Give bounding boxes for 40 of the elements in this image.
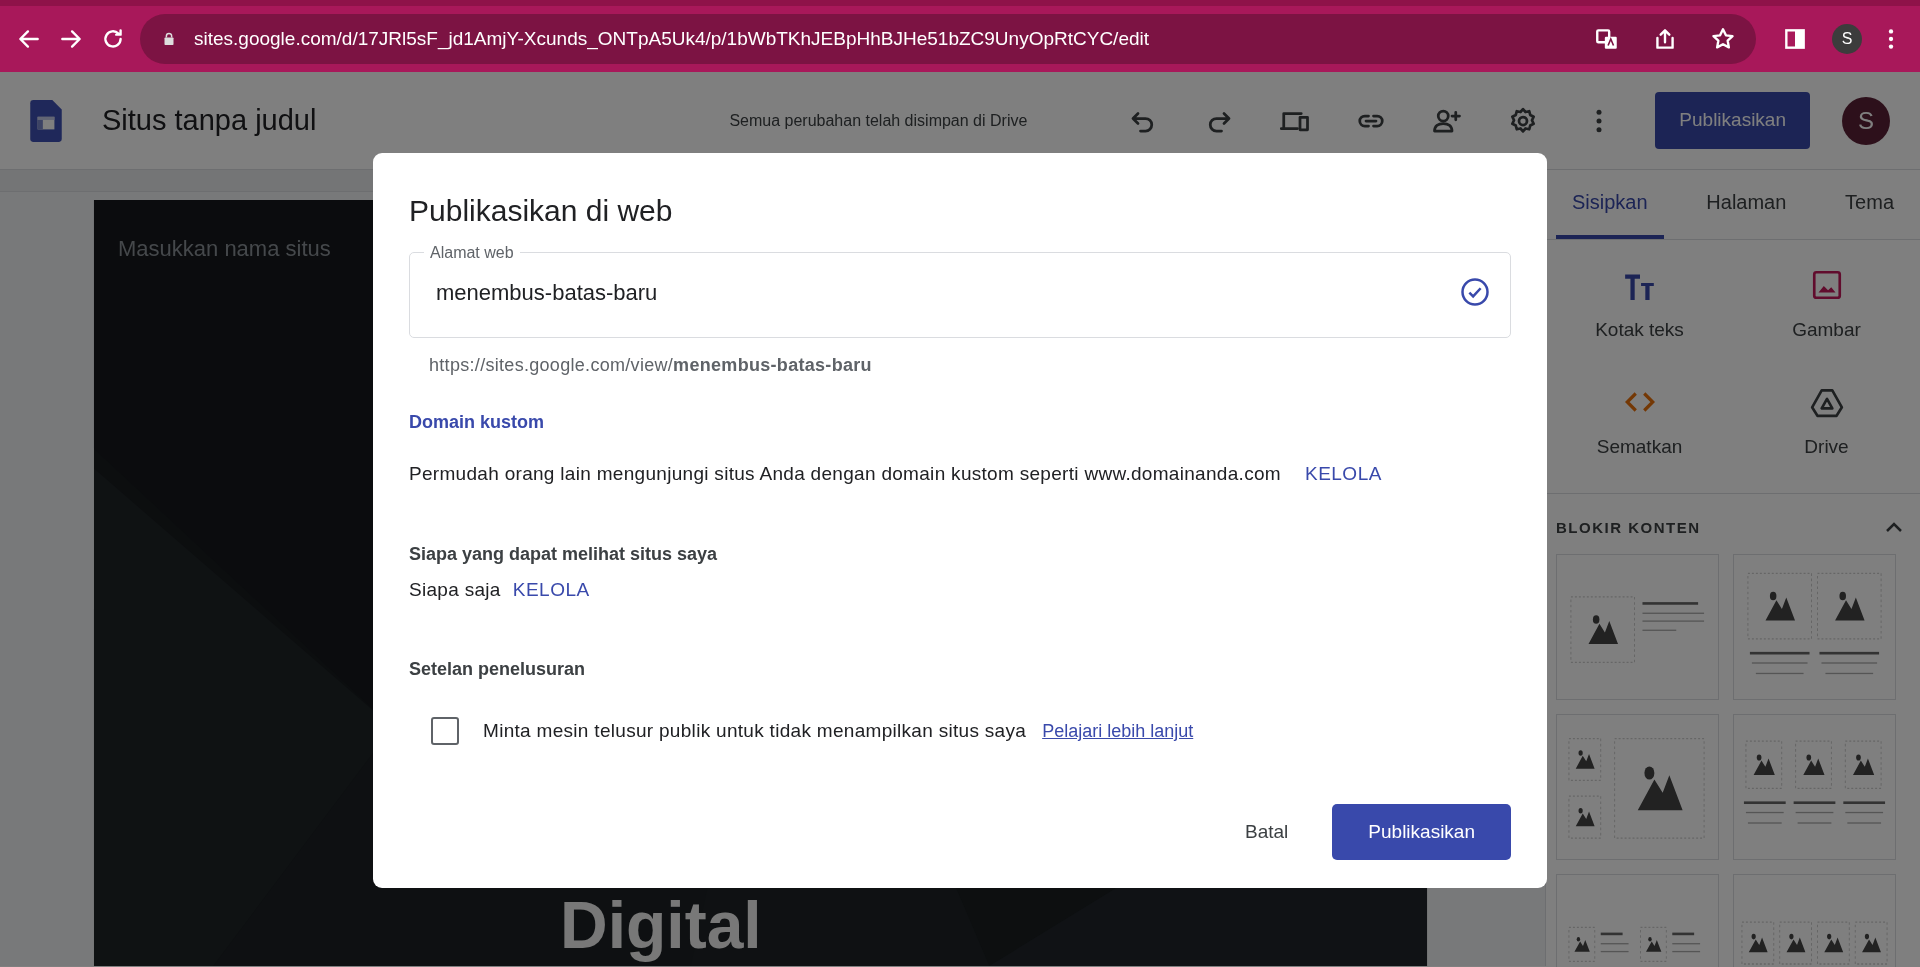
section-heading: Domain kustom [409,411,546,434]
publish-button[interactable]: Publikasikan [1332,803,1511,860]
insert-item[interactable]: Gambar [1733,250,1920,367]
panel-tab[interactable]: Sisipkan [1556,167,1664,239]
learn-more-link[interactable]: Pelajari lebih lanjut [1042,717,1194,745]
section-heading: Siapa yang dapat melihat situs saya [409,542,719,566]
insert-item[interactable]: Drive [1733,366,1920,483]
layout-thumbnail[interactable] [1556,554,1719,700]
layout-thumbnail[interactable] [1556,714,1719,860]
layout-thumbnail[interactable] [1733,554,1896,700]
section-heading: Setelan penelusuran [409,658,587,681]
layout-thumbnail[interactable] [1733,714,1896,860]
section-heading: BLOKIR KONTEN [1556,517,1701,538]
address-input[interactable]: menembus-batas-baru [434,274,1460,310]
translate-icon[interactable] [1594,26,1620,52]
save-status: Semua perubahan telah disimpan di Drive [729,110,1028,131]
user-avatar[interactable]: S [1842,96,1890,145]
checkbox-label: Minta mesin telusur publik untuk tidak menampilkan situs saya [483,719,1027,743]
checkbox[interactable] [431,717,459,746]
cancel-button[interactable]: Batal [1225,803,1309,860]
visibility-value: Siapa saja [409,577,501,602]
address-bar[interactable]: sites.google.com/d/17JRl5sF_jd1AmjY-Xcunds_ONTpA5Uk4/p/1bWbTKhJEBpHhBJHe51bZC9UnyOpRtCYC/edit [140,14,1756,64]
field-label: Alamat web [429,243,515,263]
site-title[interactable]: Situs tanpa judul [102,98,317,143]
publish-button[interactable]: Publikasikan [1655,92,1810,149]
side-panel-icon[interactable] [1782,26,1808,52]
profile-avatar[interactable]: S [1832,24,1862,54]
hero-heading: Digital [560,889,762,962]
dialog-title: Publikasikan di web [409,193,674,229]
panel-tab[interactable]: Halaman [1690,167,1803,239]
manage-link[interactable]: KELOLA [512,575,590,604]
manage-link[interactable]: KELOLA [1304,460,1382,489]
address-field[interactable]: Alamat web menembus-batas-baru [409,243,1511,338]
address-preview: https://sites.google.com/view/menembus-batas-baru [429,354,873,377]
panel-tab[interactable]: Tema [1829,167,1910,239]
insert-item[interactable]: Kotak teks [1546,250,1733,367]
insert-item[interactable]: Sematkan [1546,366,1733,483]
sites-logo-icon [30,99,62,142]
description-text: Permudah orang lain mengunjungi situs Anda dengan domain kustom seperti www.domainanda.com [409,462,1281,486]
url-text: sites.google.com/d/17JRl5sF_jd1AmjY-Xcunds_ONTpA5Uk4/p/1bWbTKhJEBpHhBJHe51bZC9UnyOpRtCYC/edit [194,26,1149,52]
